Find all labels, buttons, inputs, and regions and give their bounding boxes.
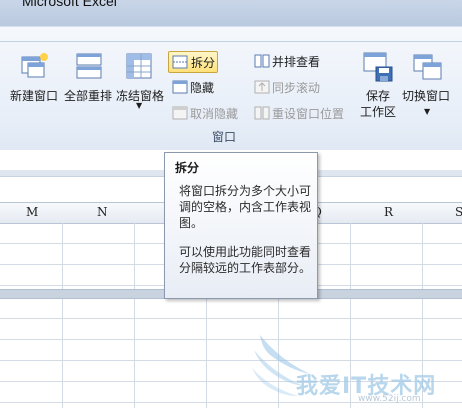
title-bar: Microsoft Excel xyxy=(0,0,462,26)
grid-row-line xyxy=(0,318,462,319)
sync-scroll-button[interactable]: 同步滚动 xyxy=(250,77,350,97)
switch-windows-button[interactable]: 切换窗口 ▼ xyxy=(400,47,458,127)
new-window-button[interactable]: 新建窗口 xyxy=(8,47,62,107)
sync-scroll-label: 同步滚动 xyxy=(272,81,321,95)
reset-position-button[interactable]: 重设窗口位置 xyxy=(250,103,356,123)
column-header-s[interactable]: S xyxy=(455,205,462,219)
reset-position-label: 重设窗口位置 xyxy=(272,107,345,121)
arrange-all-label: 全部重排 xyxy=(64,89,113,103)
split-icon xyxy=(172,55,188,69)
save-workspace-icon xyxy=(363,52,393,82)
tooltip-paragraph: 将窗口拆分为多个大小可调的空格，内含工作表视图。 xyxy=(179,184,312,230)
hide-button[interactable]: 隐藏 xyxy=(168,77,228,97)
column-header-r[interactable]: R xyxy=(384,205,393,219)
freeze-panes-icon xyxy=(126,53,152,79)
hide-label: 隐藏 xyxy=(190,81,215,95)
freeze-panes-button[interactable]: 冻结窗格 ▼ xyxy=(116,47,166,119)
switch-windows-dropdown-icon: ▼ xyxy=(424,107,431,116)
unhide-label: 取消隐藏 xyxy=(190,107,239,121)
column-header-n[interactable]: N xyxy=(97,205,108,219)
unhide-button[interactable]: 取消隐藏 xyxy=(168,103,242,123)
tooltip-body: 将窗口拆分为多个大小可调的空格，内含工作表视图。 可以使用此功能同时查看分隔较远… xyxy=(179,183,311,289)
window-group-label: 窗口 xyxy=(212,130,237,144)
sync-scroll-icon xyxy=(254,80,270,94)
arrange-all-icon xyxy=(76,53,102,79)
split-label: 拆分 xyxy=(191,56,216,70)
hide-icon xyxy=(172,80,188,94)
ribbon-window-group: 新建窗口 全部重排 冻结窗格 ▼ 拆分 隐藏 取消隐藏 并排查看 同步滚动 重设… xyxy=(0,26,462,152)
window-title: Microsoft Excel xyxy=(22,0,117,9)
column-header-m[interactable]: M xyxy=(26,205,38,219)
view-side-by-side-label: 并排查看 xyxy=(272,55,321,69)
side-by-side-icon xyxy=(254,54,270,68)
new-window-label: 新建窗口 xyxy=(10,89,59,103)
save-workspace-label-line1: 保存 xyxy=(366,89,391,103)
freeze-panes-dropdown-icon: ▼ xyxy=(136,101,143,110)
watermark: 我爱IT技术网 www.52ij.com xyxy=(250,330,462,408)
reset-position-icon xyxy=(254,106,270,120)
split-button[interactable]: 拆分 xyxy=(168,51,218,73)
new-window-icon xyxy=(21,53,48,78)
switch-windows-icon xyxy=(413,54,442,80)
tooltip-title: 拆分 xyxy=(175,161,200,175)
arrange-all-button[interactable]: 全部重排 xyxy=(62,47,116,107)
switch-windows-label: 切换窗口 xyxy=(402,89,451,103)
ribbon-tab-divider xyxy=(0,41,462,42)
watermark-url: www.52ij.com xyxy=(358,394,421,404)
split-tooltip: 拆分 将窗口拆分为多个大小可调的空格，内含工作表视图。 可以使用此功能同时查看分… xyxy=(164,152,318,299)
tooltip-paragraph: 可以使用此功能同时查看分隔较远的工作表部分。 xyxy=(179,245,312,275)
save-workspace-label-line2: 工作区 xyxy=(360,105,397,119)
view-side-by-side-button[interactable]: 并排查看 xyxy=(250,51,350,71)
unhide-icon xyxy=(172,106,188,120)
save-workspace-button[interactable]: 保存 工作区 xyxy=(356,47,400,127)
